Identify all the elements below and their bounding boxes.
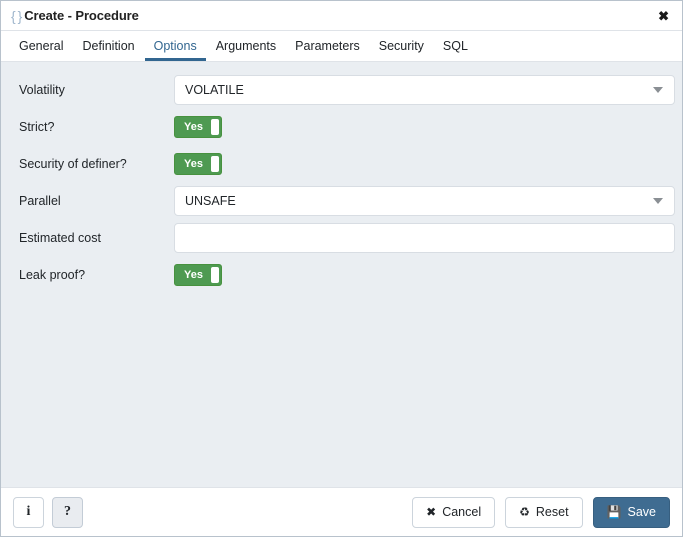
label-parallel: Parallel: [8, 194, 174, 208]
tab-general[interactable]: General: [10, 40, 72, 62]
leak-proof-toggle-label: Yes: [184, 270, 203, 281]
dialog-titlebar: { } Create - Procedure ✖: [1, 1, 682, 31]
reset-button-label: Reset: [536, 505, 569, 519]
create-procedure-dialog: { } Create - Procedure ✖ General Definit…: [0, 0, 683, 537]
reset-button[interactable]: ♻ Reset: [505, 497, 582, 528]
volatility-select-value: VOLATILE: [185, 83, 653, 97]
chevron-down-icon: [653, 198, 663, 204]
tab-security[interactable]: Security: [370, 40, 433, 62]
tab-definition[interactable]: Definition: [73, 40, 143, 62]
security-of-definer-toggle[interactable]: Yes: [174, 153, 222, 175]
parallel-select[interactable]: UNSAFE: [174, 186, 675, 216]
parallel-select-value: UNSAFE: [185, 194, 653, 208]
braces-icon: { }: [11, 8, 21, 24]
recycle-icon: ♻: [519, 506, 530, 518]
save-button-label: Save: [628, 505, 657, 519]
chevron-down-icon: [653, 87, 663, 93]
cancel-button[interactable]: ✖ Cancel: [412, 497, 495, 528]
info-button[interactable]: i: [13, 497, 44, 528]
security-of-definer-toggle-label: Yes: [184, 159, 203, 170]
save-button[interactable]: 💾 Save: [593, 497, 670, 528]
toggle-knob-icon: [211, 119, 219, 135]
control-volatility: VOLATILE: [174, 75, 675, 105]
tab-bar: General Definition Options Arguments Par…: [1, 31, 682, 62]
close-icon: ✖: [426, 506, 436, 518]
options-form: Volatility VOLATILE Strict? Yes Security…: [1, 62, 682, 487]
label-strict: Strict?: [8, 120, 174, 134]
footer-left-group: i ?: [13, 497, 83, 528]
field-row-strict: Strict? Yes: [8, 112, 675, 142]
volatility-select[interactable]: VOLATILE: [174, 75, 675, 105]
field-row-volatility: Volatility VOLATILE: [8, 75, 675, 105]
field-row-leak-proof: Leak proof? Yes: [8, 260, 675, 290]
control-estimated-cost: [174, 223, 675, 253]
field-row-parallel: Parallel UNSAFE: [8, 186, 675, 216]
control-strict: Yes: [174, 116, 675, 138]
estimated-cost-input[interactable]: [174, 223, 675, 253]
label-leak-proof: Leak proof?: [8, 268, 174, 282]
label-volatility: Volatility: [8, 83, 174, 97]
toggle-knob-icon: [211, 156, 219, 172]
dialog-title: Create - Procedure: [24, 8, 139, 23]
field-row-security-of-definer: Security of definer? Yes: [8, 149, 675, 179]
toggle-knob-icon: [211, 267, 219, 283]
control-leak-proof: Yes: [174, 264, 675, 286]
cancel-button-label: Cancel: [442, 505, 481, 519]
control-parallel: UNSAFE: [174, 186, 675, 216]
field-row-estimated-cost: Estimated cost: [8, 223, 675, 253]
footer-right-group: ✖ Cancel ♻ Reset 💾 Save: [412, 497, 670, 528]
tab-arguments[interactable]: Arguments: [207, 40, 285, 62]
strict-toggle[interactable]: Yes: [174, 116, 222, 138]
help-button[interactable]: ?: [52, 497, 83, 528]
leak-proof-toggle[interactable]: Yes: [174, 264, 222, 286]
floppy-disk-icon: 💾: [607, 506, 622, 518]
label-security-of-definer: Security of definer?: [8, 157, 174, 171]
strict-toggle-label: Yes: [184, 122, 203, 133]
tab-parameters[interactable]: Parameters: [286, 40, 369, 62]
dialog-footer: i ? ✖ Cancel ♻ Reset 💾 Save: [1, 487, 682, 536]
tab-sql[interactable]: SQL: [434, 40, 477, 62]
control-security-of-definer: Yes: [174, 153, 675, 175]
tab-options[interactable]: Options: [145, 40, 206, 62]
close-icon[interactable]: ✖: [655, 7, 672, 24]
label-estimated-cost: Estimated cost: [8, 231, 174, 245]
